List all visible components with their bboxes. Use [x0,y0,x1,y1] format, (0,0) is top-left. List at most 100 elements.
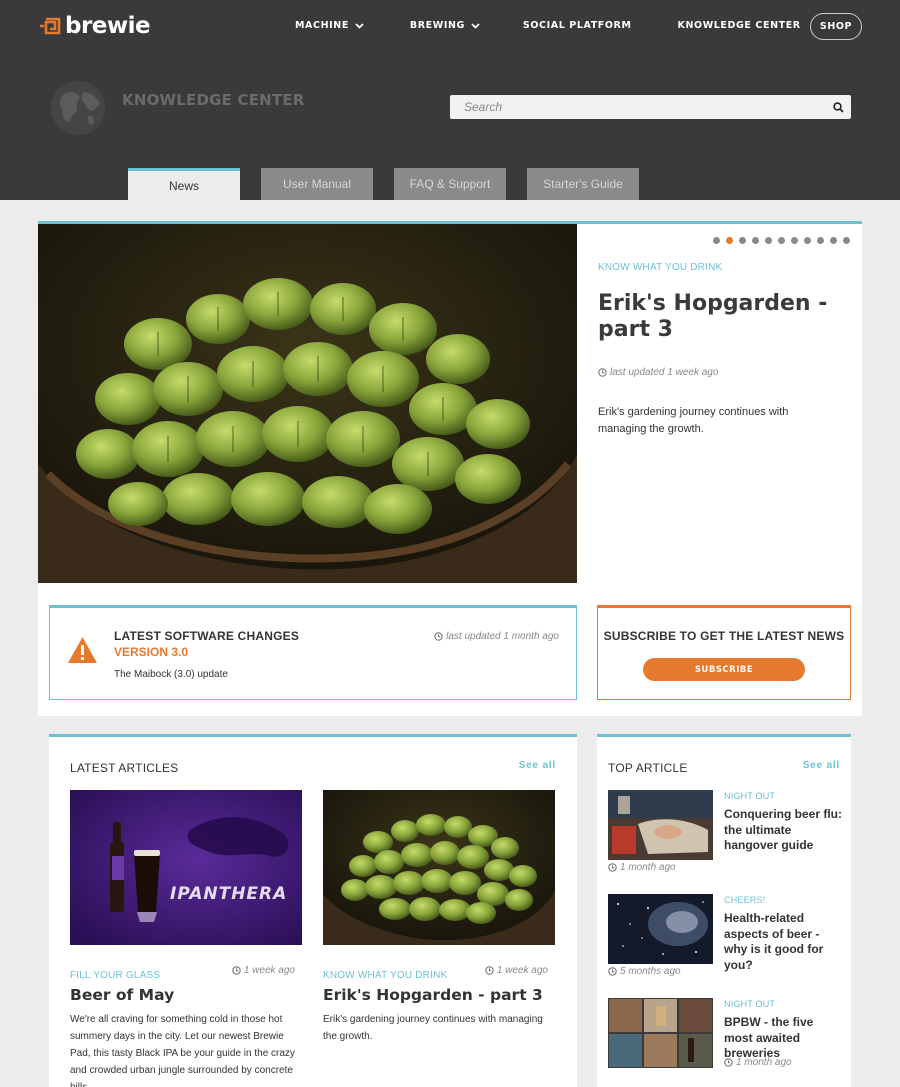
subscribe-title: SUBSCRIBE TO GET THE LATEST NEWS [603,629,845,643]
top-article-headline[interactable]: Conquering beer flu: the ultimate hangov… [724,807,842,854]
clock-icon [608,967,617,976]
shop-button[interactable]: SHOP [810,13,862,40]
hero-updated: last updated 1 week ago [598,367,718,378]
top-article-section: TOP ARTICLE See all 1 month ago NIGHT OU… [597,734,851,1087]
carousel-dot[interactable] [765,237,772,244]
article-image-ipanthera[interactable]: IPANTHERA [70,790,302,945]
nav-label: SOCIAL PLATFORM [522,20,632,31]
hops-bowl-illustration-small [323,790,555,945]
article-meta-row: KNOW WHAT YOU DRINK 1 week ago [323,965,555,983]
top-article-image[interactable] [608,894,713,964]
top-article-headline[interactable]: BPBW - the five most awaited breweries [724,1015,842,1062]
article-card: KNOW WHAT YOU DRINK 1 week ago Erik's Ho… [323,790,555,1042]
carousel-dot[interactable] [791,237,798,244]
search-icon[interactable] [825,95,851,119]
top-article-category[interactable]: NIGHT OUT [724,999,775,1009]
nav-label: BREWING [409,20,465,31]
carousel-dot[interactable] [804,237,811,244]
carousel-dot[interactable] [778,237,785,244]
chevron-down-icon [355,22,364,29]
hero-updated-text: last updated 1 week ago [610,367,719,378]
main-nav: MACHINE BREWING SOCIAL PLATFORM KNOWLEDG… [295,20,801,31]
warning-icon [68,637,97,663]
top-article-title: TOP ARTICLE [608,761,688,775]
article-category[interactable]: KNOW WHAT YOU DRINK [323,970,447,981]
clock-icon [485,966,494,975]
hero-info-panel: KNOW WHAT YOU DRINK Erik's Hopgarden - p… [577,224,862,583]
top-article-time: 5 months ago [608,966,681,977]
logo-text: brewie [65,13,151,39]
top-article-item: 1 month ago NIGHT OUT Conquering beer fl… [608,790,843,880]
software-description: The Maibock (3.0) update [114,669,228,680]
nav-social-platform[interactable]: SOCIAL PLATFORM [523,20,632,31]
top-article-time-text: 1 month ago [620,862,676,873]
tab-starters-guide[interactable]: Starter's Guide [527,168,639,200]
nav-label: MACHINE [295,20,349,31]
article-title[interactable]: Beer of May [70,986,174,1004]
top-article-item: 5 months ago CHEERS! Health-related aspe… [608,894,843,984]
nav-label: KNOWLEDGE CENTER [677,20,801,31]
breweries-collage-illustration [608,998,713,1068]
article-image-hops[interactable] [323,790,555,945]
nav-machine[interactable]: MACHINE [295,20,364,31]
search-bar [450,95,851,119]
carousel-dot[interactable] [739,237,746,244]
subscribe-button[interactable]: SUBSCRIBE [643,658,805,681]
article-time-text: 1 week ago [243,965,295,976]
hangover-photo-illustration [608,790,713,860]
carousel-dot[interactable] [817,237,824,244]
search-input[interactable] [450,95,825,119]
software-changes-box[interactable]: LATEST SOFTWARE CHANGES VERSION 3.0 last… [49,605,577,700]
article-category[interactable]: FILL YOUR GLASS [70,970,160,981]
software-updated: last updated 1 month ago [434,631,559,642]
subscribe-box: SUBSCRIBE TO GET THE LATEST NEWS SUBSCRI… [597,605,851,700]
hero-description: Erik's gardening journey continues with … [598,406,789,435]
hero-category[interactable]: KNOW WHAT YOU DRINK [598,262,722,273]
article-description: We're all craving for something cold in … [70,1014,295,1087]
site-header: brewie MACHINE BREWING SOCIAL PLATFORM K… [0,0,900,200]
tab-faq-support[interactable]: FAQ & Support [394,168,506,200]
article-card: IPANTHERA FILL YOUR GLASS 1 week ago Bee… [70,790,302,1087]
hops-bowl-illustration [38,224,577,583]
hero-title[interactable]: Erik's Hopgarden - part 3 [598,291,848,343]
carousel-dot[interactable] [752,237,759,244]
ipanthera-image-text: IPANTHERA [170,884,288,904]
top-article-time-text: 5 months ago [620,966,681,977]
carousel-dot-active[interactable] [726,237,733,244]
brewie-logo[interactable]: brewie [38,13,151,39]
tab-user-manual[interactable]: User Manual [261,168,373,200]
cosmos-photo-illustration [608,894,713,964]
latest-articles-section: LATEST ARTICLES See all IPANTHERA FILL Y… [49,734,577,1087]
software-version: VERSION 3.0 [114,645,189,659]
article-time-text: 1 week ago [496,965,548,976]
top-article-category[interactable]: NIGHT OUT [724,791,775,801]
hero-image-hops[interactable] [38,224,577,583]
article-description: Erik's gardening journey continues with … [323,1014,543,1042]
chevron-down-icon [471,22,480,29]
tab-news[interactable]: News [128,168,240,200]
software-title: LATEST SOFTWARE CHANGES [114,629,300,643]
top-article-image[interactable] [608,998,713,1068]
carousel-dot[interactable] [713,237,720,244]
article-meta-row: FILL YOUR GLASS 1 week ago [70,965,302,983]
globe-icon [51,81,105,135]
clock-icon [232,966,241,975]
software-updated-text: last updated 1 month ago [446,631,559,642]
top-see-all-link[interactable]: See all [803,760,840,771]
top-article-headline[interactable]: Health-related aspects of beer - why is … [724,911,842,973]
top-article-time: 1 month ago [608,862,676,873]
carousel-dot[interactable] [830,237,837,244]
carousel-dots [707,237,850,244]
nav-knowledge-center[interactable]: KNOWLEDGE CENTER [678,20,801,31]
clock-icon [598,368,607,377]
latest-see-all-link[interactable]: See all [519,760,556,771]
nav-brewing[interactable]: BREWING [410,20,480,31]
clock-icon [608,863,617,872]
top-article-item: 1 month ago NIGHT OUT BPBW - the five mo… [608,998,843,1087]
article-time: 1 week ago [485,965,548,976]
latest-articles-title: LATEST ARTICLES [70,761,179,775]
carousel-dot[interactable] [843,237,850,244]
top-article-image[interactable] [608,790,713,860]
article-title[interactable]: Erik's Hopgarden - part 3 [323,986,543,1004]
top-article-category[interactable]: CHEERS! [724,895,765,905]
